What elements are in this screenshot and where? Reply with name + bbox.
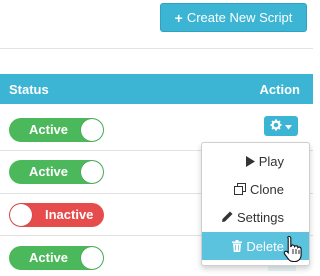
toggle-label: Inactive <box>45 207 94 222</box>
play-icon <box>245 155 255 167</box>
create-new-script-button[interactable]: + Create New Script <box>160 3 307 32</box>
toggle-knob <box>81 161 103 183</box>
menu-item-label: Play <box>258 153 284 169</box>
menu-item-label: Delete <box>246 238 284 254</box>
plus-icon: + <box>174 9 183 26</box>
toolbar-area: + Create New Script <box>0 0 313 48</box>
create-new-script-label: Create New Script <box>186 10 293 25</box>
action-column-header: Action <box>259 82 300 97</box>
caret-down-icon <box>285 119 292 133</box>
menu-item-clone[interactable]: Clone <box>202 175 309 203</box>
action-menu-button[interactable] <box>264 116 298 136</box>
toggle-knob <box>81 247 103 269</box>
clone-icon <box>234 183 247 195</box>
status-toggle-row-1[interactable]: Active <box>9 118 104 142</box>
toggle-knob <box>10 204 32 226</box>
trash-icon <box>232 240 243 252</box>
status-column-header: Status <box>9 82 49 97</box>
menu-item-play[interactable]: Play <box>202 147 309 175</box>
toggle-label: Active <box>29 250 69 265</box>
status-toggle-row-4[interactable]: Active <box>9 246 104 270</box>
toggle-knob <box>81 119 103 141</box>
toggle-label: Active <box>29 122 69 137</box>
status-toggle-row-3[interactable]: Inactive <box>9 203 104 227</box>
gear-icon <box>270 119 282 134</box>
pencil-icon <box>221 211 233 223</box>
menu-item-settings[interactable]: Settings <box>202 203 309 231</box>
hand-cursor-icon <box>283 235 305 263</box>
divider <box>0 48 313 49</box>
status-toggle-row-2[interactable]: Active <box>9 160 104 184</box>
menu-item-label: Clone <box>250 181 284 197</box>
table-header: Status Action <box>0 74 313 104</box>
toggle-label: Active <box>29 164 69 179</box>
menu-item-label: Settings <box>237 209 284 225</box>
